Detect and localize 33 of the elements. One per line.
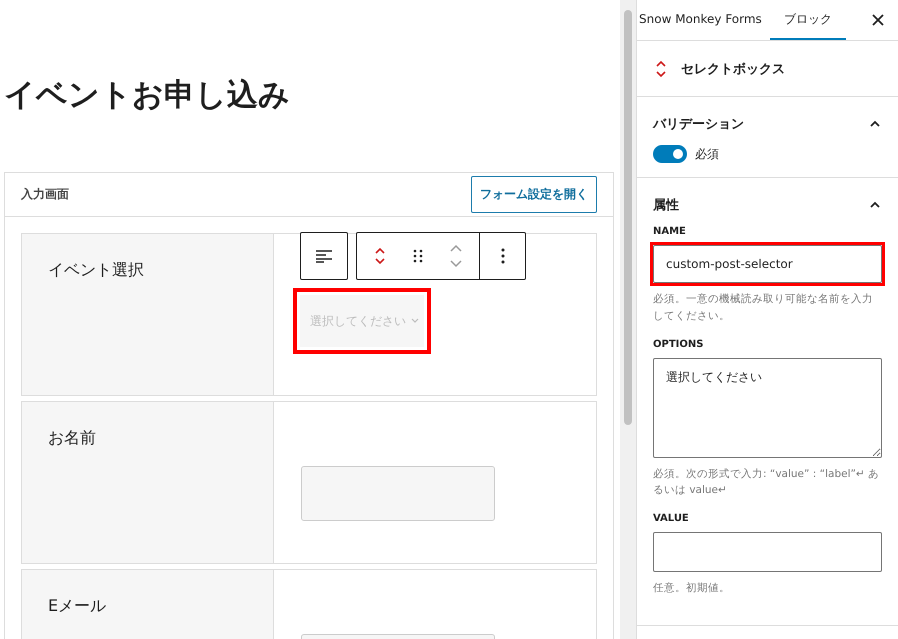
align-icon	[315, 249, 333, 263]
field-label: Eメール	[48, 596, 106, 615]
sidebar-tab[interactable]: ブロック	[770, 0, 846, 40]
caret-icon	[411, 318, 419, 324]
section-header[interactable]: バリデーション	[653, 97, 882, 145]
select-icon	[374, 246, 386, 266]
field-label: イベント選択	[48, 260, 144, 279]
control-label: VALUE	[653, 513, 690, 524]
text-input-field[interactable]: custom-post-selector	[653, 245, 882, 283]
panel-title: 入力画面	[21, 186, 69, 203]
control-label: OPTIONS	[653, 338, 704, 350]
close-icon	[872, 14, 884, 26]
section-header[interactable]: 属性	[653, 178, 882, 226]
sidebar-tab[interactable]: Snow Monkey Forms	[637, 0, 770, 40]
up-down-icon	[449, 243, 463, 269]
select-icon	[655, 58, 667, 78]
block-name: セレクトボックス	[681, 60, 785, 78]
text-input-field[interactable]	[301, 466, 495, 521]
help-text: 任意。初期値。	[653, 581, 731, 596]
control-label: NAME	[653, 226, 687, 237]
page-title: イベントお申し込み	[4, 76, 291, 115]
scrollbar[interactable]	[620, 0, 636, 639]
scrollbar-thumb[interactable]	[624, 10, 632, 425]
field-label: お名前	[48, 428, 96, 447]
help-text: 必須。一意の機械読み取り可能な名前を入力してください。	[653, 292, 874, 324]
more-icon	[500, 248, 504, 264]
drag-icon	[413, 249, 423, 263]
options-textarea[interactable]: 選択してください	[653, 358, 882, 458]
toggle-label: 必須	[695, 146, 719, 162]
text-input-field[interactable]	[653, 532, 882, 572]
open-settings-button[interactable]: フォーム設定を開く	[471, 176, 597, 213]
help-text: 必須。次の形式で入力: “value” : “label”↵ あるいは value↵	[653, 466, 880, 498]
toggle-switch[interactable]	[653, 145, 687, 163]
